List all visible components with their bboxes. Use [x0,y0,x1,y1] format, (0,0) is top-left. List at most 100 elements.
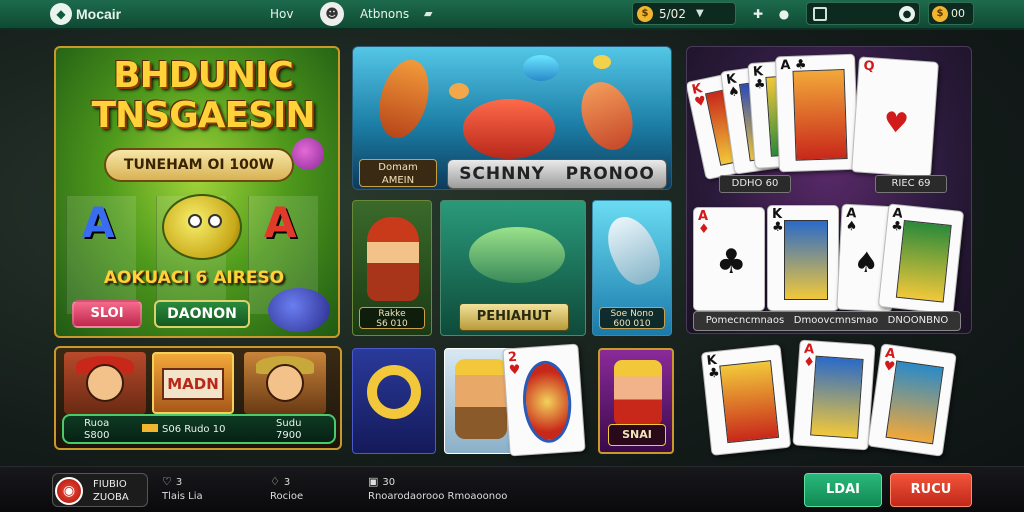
gift-icon[interactable]: ✚ [748,4,768,24]
user-name-line: FIUBIO [93,479,127,490]
play-button[interactable]: DAONON [154,300,250,328]
card-face-icon [784,220,828,300]
grid-icon [813,6,827,21]
character-tile[interactable]: MADN [152,352,234,414]
user-profile[interactable]: ◉ FIUBIO ZUOBA [52,473,148,507]
card-suit: ♣ [707,365,721,382]
top-bar: ◆ Mocair Hov ☻ Atbnons ▰ $ 5/02 ▼ ✚ ● ● … [0,0,1024,30]
playing-card[interactable]: A ♦ ♣ [693,207,765,311]
info-bar: Ruoa S800 S06 Rudo 10 Sudu 7900 [62,414,336,444]
fish-icon [268,288,330,332]
nav-avatar-icon[interactable]: ☻ [320,2,344,26]
bottom-bar: ◉ FIUBIO ZUOBA ♡ 3 Tlais Lia ♢ 3 Rocioe ▣ 3… [0,466,1024,512]
character-tile[interactable] [244,352,326,414]
card-index: Q [862,58,876,75]
fish-game-tile[interactable]: PEHIAHUT [440,200,586,336]
card-label-right: RIEC 69 [875,175,947,193]
hero-title: BHDUNIC TNSGAESIN [78,56,328,136]
card-face-icon [895,220,952,303]
settings-icon[interactable]: ● [899,6,915,22]
hero-title-line2: TNSGAESIN [91,95,315,136]
coins-pill[interactable]: $ 5/02 ▼ [632,2,736,25]
tile-label-line: S6 010 [376,319,408,329]
card-games-caption: Pomecncmnaos Dmoovcmnsmao DNOONBNO [693,311,961,331]
featured-slot-game[interactable]: BHDUNIC TNSGAESIN TUNEHAM OI 100W A A AO… [54,46,340,338]
slot-symbol-a: A [264,198,297,247]
coin-icon: $ [932,5,948,22]
notification-icon[interactable]: ● [774,4,794,24]
playing-card[interactable]: K ♣ [700,344,792,456]
card-index: K ♣ [706,353,721,382]
search-field[interactable]: ● [806,2,920,25]
playing-card[interactable]: Q ♥ [851,56,939,178]
fish-icon [463,99,555,159]
spade-suit-icon: ♠ [852,245,880,280]
info-line: 7900 [276,430,302,441]
card-suit: ♣ [753,77,767,93]
balance-value: 00 [951,7,965,20]
login-button[interactable]: LDAI [804,473,882,507]
card-games-panel[interactable]: K ♥ K ♠ K ♣ A ♣ Q ♥ DDHO 60 RIEC 69 A ♦ ♣ K ♣… [686,46,972,334]
fishing-title: SCHNNY PRONOO [447,159,667,189]
fish-icon [469,227,565,283]
queen-character-icon [614,360,662,426]
character-face-icon [266,364,304,402]
stat-messages[interactable]: ▣ 30 Rnoarodaorooo Rmoaoonoo [368,475,507,504]
card-suit: ♦ [698,222,710,237]
tile-label-line: Soe Nono [610,309,654,319]
register-button[interactable]: RUCU [890,473,972,507]
playing-card[interactable]: A ♣ [877,203,965,315]
fishing-game-card[interactable]: Domam AMEIN SCHNNY PRONOO [352,46,672,190]
fish-symbol-icon [162,194,242,260]
playing-card[interactable]: A ♥ [867,343,957,457]
card-suit: ♥ [508,362,522,379]
coin-icon: $ [637,5,653,22]
playing-card[interactable]: 2 ♥ [502,343,586,457]
stat-value: 3 [175,477,183,488]
king-character-icon [455,359,507,439]
ring-game-tile[interactable] [352,348,436,454]
medallion-icon [520,359,574,445]
fishing-badge: Domam AMEIN [359,159,437,187]
stat-label: Rnoarodaorooo Rmoaoonoo [368,491,508,502]
slot-button[interactable]: SLOI [72,300,142,328]
heart-suit-icon: ♥ [882,105,910,140]
user-name: FIUBIO ZUOBA [93,478,129,504]
pufferfish-icon [292,138,324,170]
card-suit: ♣ [772,220,784,235]
hero-banner: AOKUACI 6 AIRESO [103,268,285,288]
coins-value: 5/02 [659,6,686,21]
nav-home-link[interactable]: Hov [270,7,293,21]
playing-card[interactable]: A ♦ [792,339,876,451]
stat-rewards[interactable]: ♢ 3 Rocioe [270,475,303,504]
fish-icon [572,74,642,158]
nav-actions-link[interactable]: Atbnons [360,7,409,21]
card-index: K ♣ [772,208,784,234]
card-face-icon [810,355,864,439]
queen-game-tile[interactable]: SNAI [598,348,674,454]
balance-pill[interactable]: $ 00 [928,2,974,25]
stat-value: 30 [382,477,396,488]
flag-icon[interactable]: ▰ [424,7,432,20]
stat-label: Tlais Lia [162,491,203,502]
stat-label: Rocioe [270,491,304,502]
pirate-game-tile[interactable]: Rakke S6 010 [352,200,432,336]
fish-icon [593,55,611,69]
tile-label-line: 600 010 [613,319,651,329]
like-icon: ♢ [270,475,280,488]
card-rank: Q [862,58,876,75]
tile-label: Soe Nono 600 010 [599,307,665,329]
dolphin-game-tile[interactable]: Soe Nono 600 010 [592,200,672,336]
card-index: K ♣ [753,64,767,93]
fish-icon [523,55,559,81]
tile-label: SNAI [608,424,666,446]
stat-favorites[interactable]: ♡ 3 Tlais Lia [162,475,203,504]
hero-title-line1: BHDUNIC [113,55,294,96]
info-line: Ruoa [84,418,110,429]
hero-subtitle: TUNEHAM OI 100W [104,148,294,182]
card-face-icon [792,69,848,161]
character-tile[interactable] [64,352,146,414]
playing-card[interactable]: K ♣ [767,205,839,311]
logo[interactable]: ◆ Mocair [50,3,121,25]
playing-card[interactable]: A ♣ [775,53,859,173]
